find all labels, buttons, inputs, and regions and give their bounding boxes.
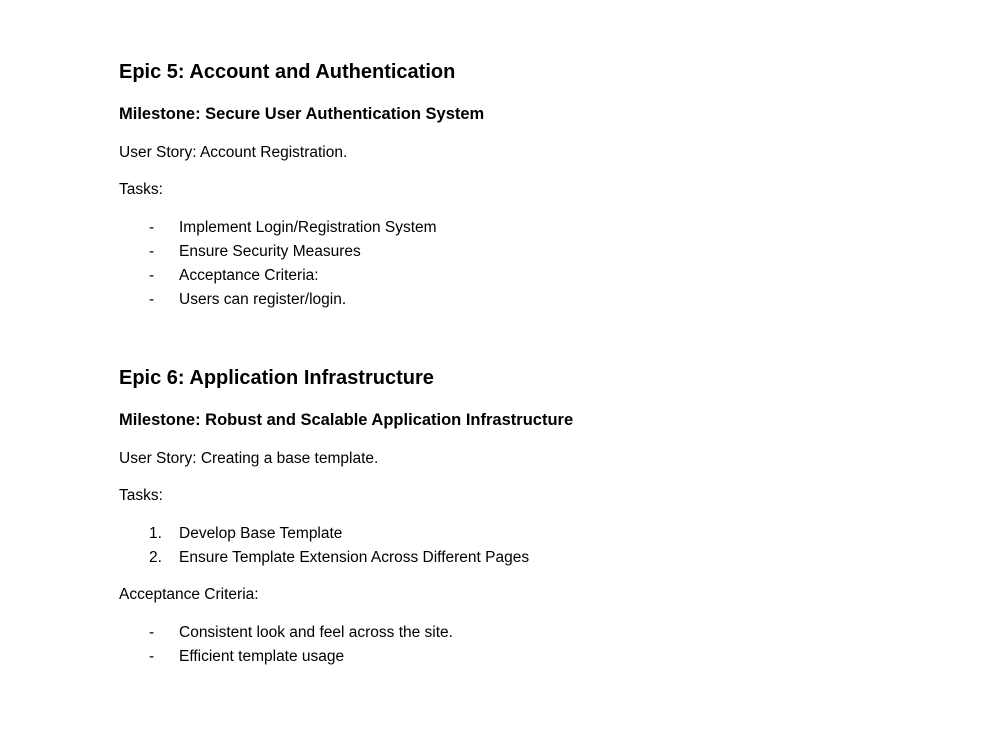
list-marker: -: [149, 219, 155, 236]
list-item-text: Acceptance Criteria:: [179, 267, 319, 284]
epic-6-milestone: Milestone: Robust and Scalable Applicati…: [119, 411, 574, 429]
list-item-text: Efficient template usage: [179, 648, 345, 665]
list-item-text: Ensure Template Extension Across Differe…: [179, 549, 530, 566]
epic-5-tasks-label: Tasks:: [119, 181, 163, 198]
list-marker: -: [149, 243, 155, 260]
epic-6-acceptance-label: Acceptance Criteria:: [119, 586, 259, 603]
epic-6-user-story: User Story: Creating a base template.: [119, 450, 379, 467]
list-marker: -: [149, 267, 155, 284]
list-item-text: Consistent look and feel across the site…: [179, 624, 453, 641]
epic-5-title: Epic 5: Account and Authentication: [119, 61, 456, 83]
list-item-text: Users can register/login.: [179, 291, 347, 308]
list-marker: 2.: [149, 549, 162, 566]
list-marker: -: [149, 291, 155, 308]
list-item-text: Implement Login/Registration System: [179, 219, 437, 236]
epic-5-user-story: User Story: Account Registration.: [119, 144, 348, 161]
epic-6-tasks-label: Tasks:: [119, 487, 163, 504]
list-marker: 1.: [149, 525, 162, 542]
list-marker: -: [149, 624, 155, 641]
list-item-text: Develop Base Template: [179, 525, 343, 542]
epic-5-milestone: Milestone: Secure User Authentication Sy…: [119, 105, 485, 123]
list-item-text: Ensure Security Measures: [179, 243, 361, 260]
list-marker: -: [149, 648, 155, 665]
document-page: Epic 5: Account and Authentication Miles…: [0, 0, 989, 744]
epic-6-title: Epic 6: Application Infrastructure: [119, 367, 434, 389]
